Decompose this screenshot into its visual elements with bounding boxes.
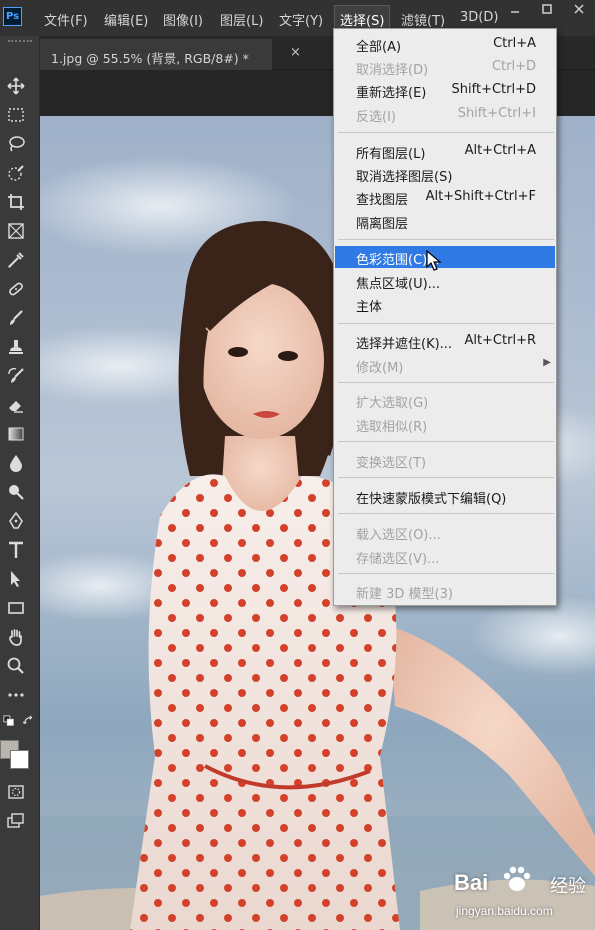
select-menu-dropdown: 全部(A) Ctrl+A 取消选择(D) Ctrl+D 重新选择(E) Shif… [333,28,557,606]
history-brush-icon[interactable] [4,364,28,388]
menu-separator [338,477,554,478]
menu-separator [338,441,554,442]
menu-item-subject[interactable]: 主体 [335,293,555,315]
menu-type[interactable]: 文字(Y) [279,10,323,29]
menu-item-find-layers[interactable]: 查找图层 Alt+Shift+Ctrl+F [335,186,555,208]
more-tools-icon[interactable] [4,683,28,707]
close-tab-icon[interactable]: × [290,45,301,60]
marquee-icon[interactable] [4,103,28,127]
move-icon[interactable] [4,74,28,98]
menu-item-quick-mask[interactable]: 在快速蒙版模式下编辑(Q) [335,485,555,507]
document-tab[interactable]: 1.jpg @ 55.5% (背景, RGB/8#) * [40,39,272,70]
maximize-icon[interactable] [536,3,558,21]
submenu-arrow-icon: ▶ [543,357,551,368]
menu-item-focus-area[interactable]: 焦点区域(U)... [335,270,555,292]
pen-icon[interactable] [4,509,28,533]
crop-icon[interactable] [4,190,28,214]
menu-item-inverse[interactable]: 反选(I) Shift+Ctrl+I [335,103,555,125]
menu-item-transform-selection[interactable]: 变换选区(T) [335,449,555,471]
menu-item-grow[interactable]: 扩大选取(G) [335,389,555,411]
menu-file[interactable]: 文件(F) [44,10,88,29]
panel-grip[interactable] [8,40,32,44]
menu-layer[interactable]: 图层(L) [220,10,263,29]
menu-separator [338,239,554,240]
hand-icon[interactable] [4,625,28,649]
menu-separator [338,382,554,383]
blur-icon[interactable] [4,451,28,475]
path-select-icon[interactable] [4,567,28,591]
type-icon[interactable] [4,538,28,562]
close-window-icon[interactable] [568,3,590,21]
menu-3d[interactable]: 3D(D) [460,10,498,25]
default-colors-icon[interactable] [2,714,16,728]
menu-separator [338,323,554,324]
menu-item-reselect[interactable]: 重新选择(E) Shift+Ctrl+D [335,79,555,101]
background-color-swatch[interactable] [10,750,29,769]
mouse-cursor-icon [426,250,442,271]
baidu-jingyan-watermark: Bai 经验 jingyan.baidu.com [454,866,594,928]
swap-colors-icon[interactable] [22,714,36,728]
menu-separator [338,573,554,574]
frame-icon[interactable] [4,219,28,243]
menu-filter[interactable]: 滤镜(T) [401,10,445,29]
menu-item-modify[interactable]: 修改(M) ▶ [335,354,555,376]
menu-edit[interactable]: 编辑(E) [104,10,148,29]
menu-separator [338,513,554,514]
zoom-icon[interactable] [4,654,28,678]
eraser-icon[interactable] [4,393,28,417]
menu-item-save-selection[interactable]: 存储选区(V)... [335,545,555,567]
document-tab-title: 1.jpg @ 55.5% (背景, RGB/8#) * [51,51,249,66]
screen-mode-icon[interactable] [4,809,28,833]
clone-stamp-icon[interactable] [4,335,28,359]
minimize-icon[interactable] [504,3,526,21]
menu-item-all-layers[interactable]: 所有图层(L) Alt+Ctrl+A [335,140,555,162]
lasso-icon[interactable] [4,132,28,156]
menu-item-isolate-layers[interactable]: 隔离图层 [335,210,555,232]
watermark-jingyan-text: 经验 [550,876,586,897]
tools-panel [0,36,40,930]
watermark-logo-text: Bai [454,870,489,895]
menu-item-deselect[interactable]: 取消选择(D) Ctrl+D [335,56,555,78]
menu-item-load-selection[interactable]: 载入选区(O)... [335,521,555,543]
menu-item-select-all[interactable]: 全部(A) Ctrl+A [335,33,555,55]
brush-icon[interactable] [4,306,28,330]
gradient-icon[interactable] [4,422,28,446]
rectangle-icon[interactable] [4,596,28,620]
menu-separator [338,132,554,133]
menu-item-similar[interactable]: 选取相似(R) [335,413,555,435]
menu-item-color-range[interactable]: 色彩范围(C)... [335,246,555,268]
healing-brush-icon[interactable] [4,277,28,301]
baidu-paw-icon [503,866,531,891]
menu-image[interactable]: 图像(I) [163,10,203,29]
photoshop-logo-icon: Ps [3,7,22,26]
menu-item-select-and-mask[interactable]: 选择并遮住(K)... Alt+Ctrl+R [335,330,555,352]
quick-select-icon[interactable] [4,161,28,185]
dodge-icon[interactable] [4,480,28,504]
quick-mask-icon[interactable] [4,780,28,804]
menu-item-new-3d-model[interactable]: 新建 3D 模型(3) [335,580,555,602]
menu-item-deselect-layers[interactable]: 取消选择图层(S) [335,163,555,185]
eyedropper-icon[interactable] [4,248,28,272]
watermark-url: jingyan.baidu.com [456,904,553,918]
